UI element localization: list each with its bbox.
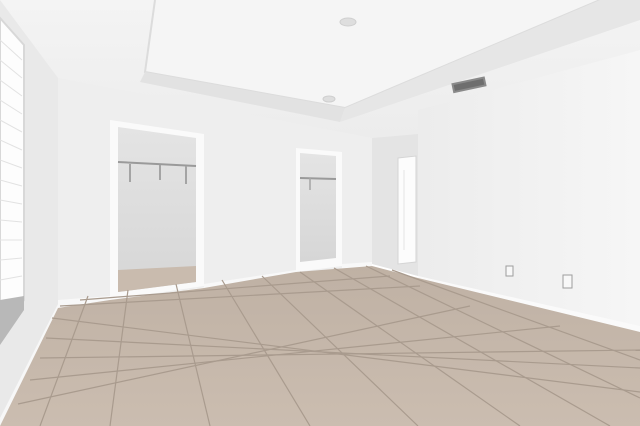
window-blinds	[0, 16, 25, 345]
interior-door	[397, 155, 417, 265]
closet-rod	[299, 177, 337, 180]
recessed-light	[322, 95, 336, 103]
wall-outlet	[562, 274, 573, 289]
reach-in-closet	[296, 148, 342, 272]
recessed-light	[339, 17, 357, 27]
empty-room-photo	[0, 0, 640, 426]
wall-outlet	[505, 265, 514, 277]
walk-in-closet	[110, 120, 204, 300]
